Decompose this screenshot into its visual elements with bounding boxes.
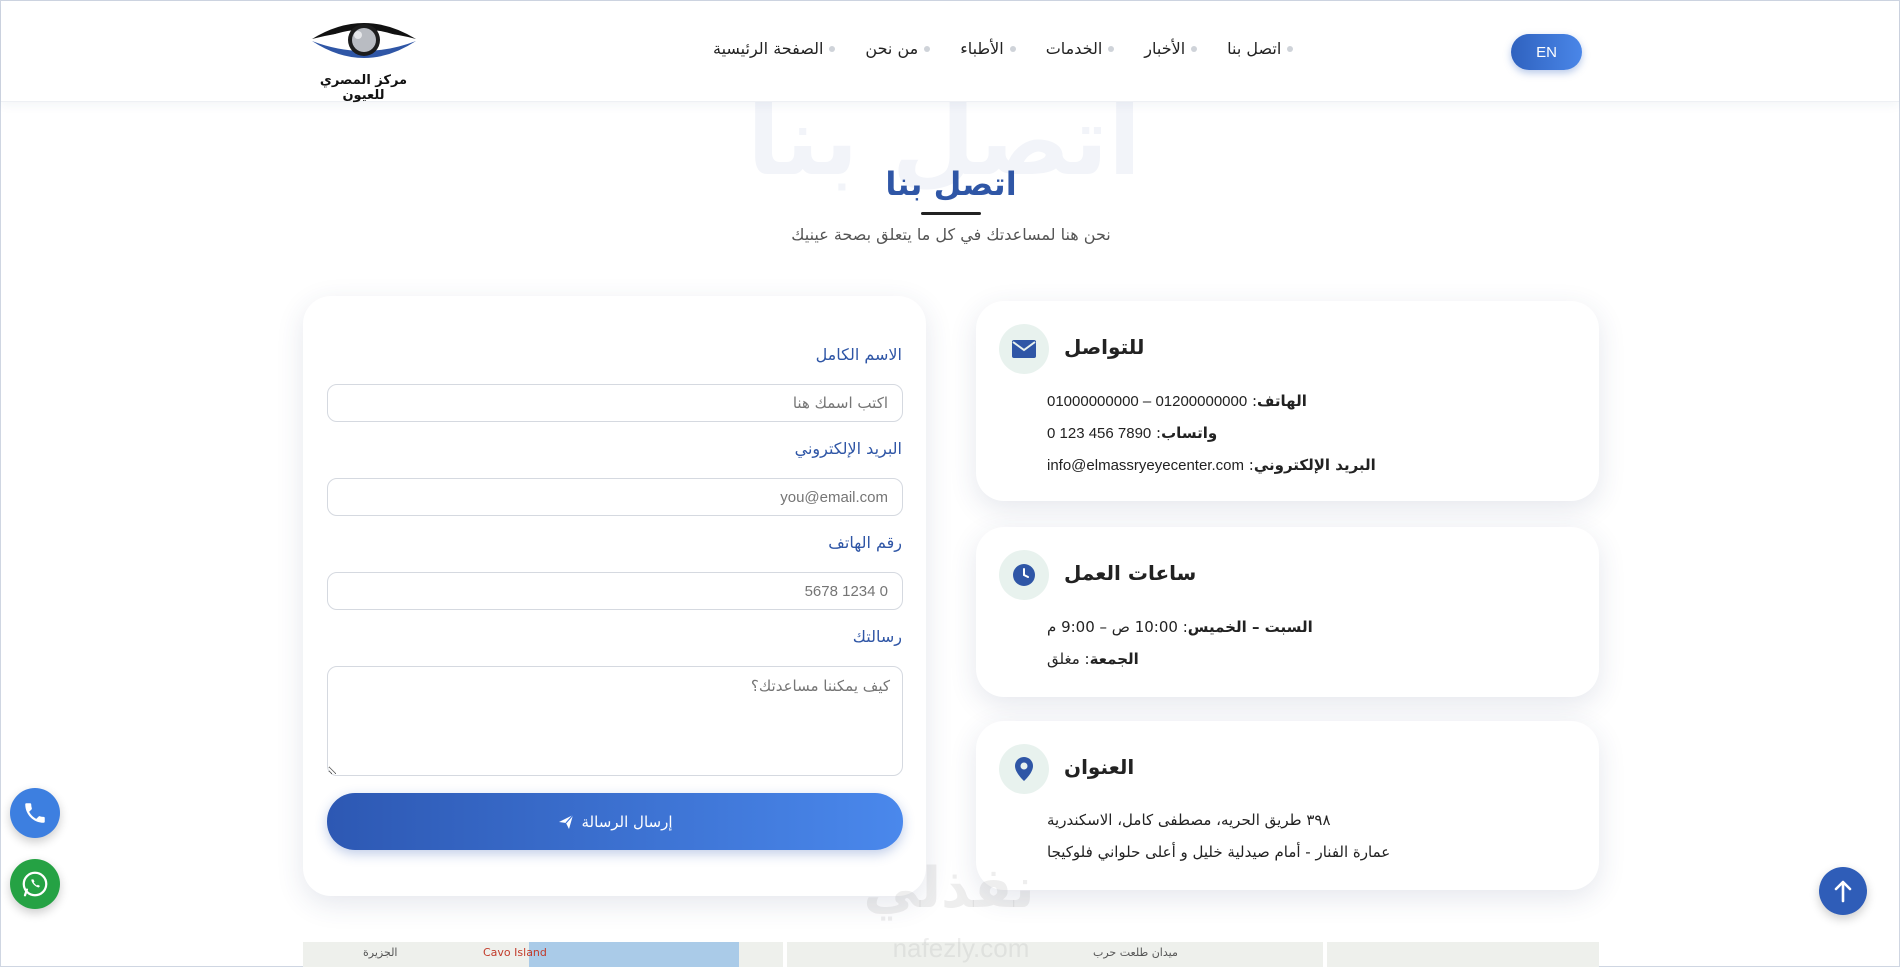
- map-pin-icon: [1015, 757, 1033, 781]
- nav-contact[interactable]: اتصل بنا: [1227, 39, 1294, 58]
- phone-input[interactable]: [327, 572, 903, 610]
- nav-label: من نحن: [865, 39, 919, 58]
- message-textarea[interactable]: [327, 666, 903, 776]
- address-line-2: عمارة الفنار - أمام صيدلية خليل و أعلى ح…: [1047, 843, 1391, 861]
- send-message-button[interactable]: إرسال الرسالة: [327, 793, 903, 850]
- site-header: مركز المصري للعيون الصفحة الرئيسية من نح…: [1, 1, 1899, 103]
- nav-dot-icon: [924, 45, 931, 52]
- weekday-hours-line: السبت – الخميس: 10:00 ص – 9:00 م: [1047, 618, 1313, 636]
- nav-about[interactable]: من نحن: [865, 39, 931, 58]
- map-road: [1323, 942, 1327, 967]
- whatsapp-float-button[interactable]: [10, 859, 60, 909]
- name-input[interactable]: [327, 384, 903, 422]
- nav-news[interactable]: الأخبار: [1144, 39, 1198, 58]
- email-line-value[interactable]: info@elmassryeyecenter.com: [1047, 457, 1244, 474]
- friday-label: الجمعة: [1089, 650, 1139, 668]
- weekday-label: السبت – الخميس: [1187, 618, 1313, 636]
- title-underline: [921, 212, 981, 215]
- arrow-up-icon: [1834, 880, 1852, 903]
- friday-hours-line: الجمعة: مغلق: [1047, 650, 1139, 668]
- email-input[interactable]: [327, 478, 903, 516]
- phone-icon: [25, 803, 45, 823]
- map-road: [783, 942, 787, 967]
- nav-label: اتصل بنا: [1227, 39, 1282, 58]
- site-logo[interactable]: مركز المصري للعيون: [301, 13, 426, 103]
- card-icon-wrap: [999, 324, 1049, 374]
- address-line-1: ٣٩٨ طريق الحريه، مصطفى كامل، الاسكندرية: [1047, 811, 1331, 829]
- eye-logo-icon: [311, 23, 416, 58]
- nav-home[interactable]: الصفحة الرئيسية: [713, 39, 836, 58]
- whatsapp-line: واتساب: 0 123 456 7890: [1047, 424, 1218, 442]
- nav-label: الأخبار: [1144, 39, 1186, 58]
- map-label-cavo: Cavo Island: [483, 946, 547, 959]
- scroll-to-top-button[interactable]: [1819, 867, 1867, 915]
- hours-card-title: ساعات العمل: [1064, 561, 1197, 585]
- page-title: اتصل بنا: [885, 165, 1017, 203]
- contact-card-title: للتواصل: [1064, 335, 1145, 359]
- main-nav: الصفحة الرئيسية من نحن الأطباء الخدمات ا…: [713, 39, 1294, 58]
- nav-label: الأطباء: [960, 39, 1004, 58]
- address-card-title: العنوان: [1064, 755, 1135, 779]
- envelope-icon: [1012, 340, 1036, 358]
- phone-line-label: الهاتف: [1257, 392, 1307, 410]
- nav-services[interactable]: الخدمات: [1046, 39, 1115, 58]
- watermark-text: نفذلي: [863, 856, 1035, 921]
- weekday-value: 10:00 ص – 9:00 م: [1047, 618, 1178, 636]
- phone-line: الهاتف: 01000000000 – 01200000000: [1047, 392, 1307, 410]
- working-hours-card: ساعات العمل السبت – الخميس: 10:00 ص – 9:…: [976, 527, 1599, 697]
- whatsapp-icon: [22, 871, 48, 897]
- nav-dot-icon: [1287, 45, 1294, 52]
- map-label-island: الجزيرة: [363, 946, 398, 959]
- nav-label: الخدمات: [1045, 39, 1103, 58]
- nav-dot-icon: [1108, 45, 1115, 52]
- whatsapp-line-label: واتساب: [1161, 424, 1218, 442]
- map-label-square: ميدان طلعت حرب: [1093, 946, 1178, 959]
- friday-value: مغلق: [1047, 650, 1080, 668]
- email-label: البريد الإلكتروني: [794, 439, 902, 458]
- logo-text: مركز المصري للعيون: [319, 73, 408, 103]
- email-line-label: البريد الإلكتروني: [1253, 456, 1376, 474]
- phone-line-value[interactable]: 01000000000 – 01200000000: [1047, 393, 1247, 410]
- card-icon-wrap: [999, 744, 1049, 794]
- email-line: البريد الإلكتروني: info@elmassryeyecente…: [1047, 456, 1376, 474]
- contact-form-card: الاسم الكامل البريد الإلكتروني رقم الهات…: [303, 296, 926, 896]
- whatsapp-line-value[interactable]: 0 123 456 7890: [1047, 425, 1151, 442]
- watermark-sub: nafezly.com: [892, 933, 1030, 963]
- nav-dot-icon: [1009, 45, 1016, 52]
- address-card: العنوان ٣٩٨ طريق الحريه، مصطفى كامل، الا…: [976, 721, 1599, 890]
- nav-dot-icon: [829, 45, 836, 52]
- map-water: [529, 942, 739, 967]
- card-icon-wrap: [999, 550, 1049, 600]
- contact-info-card: للتواصل الهاتف: 01000000000 – 0120000000…: [976, 301, 1599, 501]
- message-label: رسالتك: [852, 627, 902, 646]
- nav-dot-icon: [1191, 45, 1198, 52]
- page-subtitle: نحن هنا لمساعدتك في كل ما يتعلق بصحة عين…: [791, 225, 1111, 244]
- call-float-button[interactable]: [10, 788, 60, 838]
- send-button-label: إرسال الرسالة: [581, 812, 673, 831]
- phone-label: رقم الهاتف: [828, 533, 902, 552]
- nav-doctors[interactable]: الأطباء: [960, 39, 1016, 58]
- name-label: الاسم الكامل: [815, 345, 902, 364]
- clock-icon: [1013, 564, 1035, 586]
- language-toggle-button[interactable]: EN: [1511, 34, 1582, 70]
- nav-label: الصفحة الرئيسية: [713, 39, 824, 58]
- paper-plane-icon: [558, 814, 573, 829]
